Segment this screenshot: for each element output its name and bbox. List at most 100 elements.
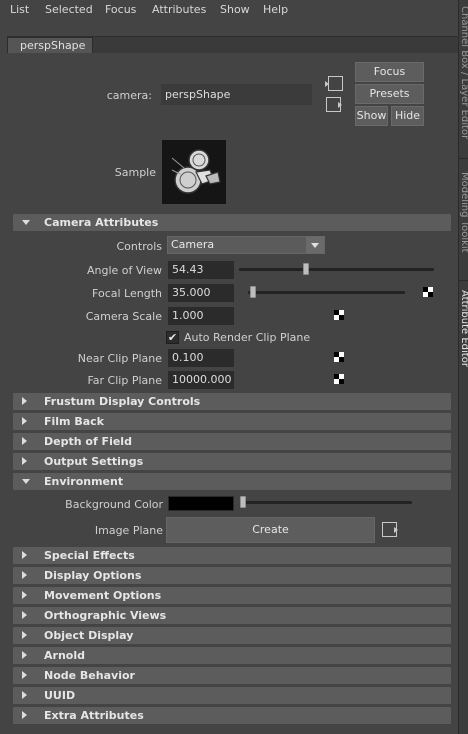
camera-label: camera: — [106, 89, 152, 102]
expand-arrow-icon — [22, 651, 27, 659]
section-title: Movement Options — [44, 589, 162, 602]
camera-sample-swatch — [162, 140, 226, 204]
map-texture-icon[interactable] — [423, 287, 433, 297]
tab-perspshape[interactable]: perspShape — [7, 37, 93, 53]
tab-channel-box[interactable]: Channel Box / Layer Editor — [459, 6, 468, 156]
expand-arrow-icon — [22, 711, 27, 719]
camera-name-field[interactable]: perspShape — [161, 84, 312, 105]
focal-length-field[interactable]: 35.000 — [168, 284, 234, 302]
section-camera-attributes[interactable]: Camera Attributes — [13, 214, 451, 231]
side-tab-strip: Channel Box / Layer Editor Modeling Tool… — [458, 0, 468, 734]
menu-focus[interactable]: Focus — [105, 3, 136, 16]
expand-arrow-icon — [22, 591, 27, 599]
controls-dropdown[interactable]: Camera — [167, 236, 325, 254]
background-color-swatch[interactable] — [168, 496, 234, 511]
expand-arrow-icon — [22, 571, 27, 579]
create-image-plane-button[interactable]: Create — [166, 517, 375, 543]
near-clip-label: Near Clip Plane — [77, 352, 162, 365]
expand-arrow-icon — [22, 437, 27, 445]
sample-label: Sample — [114, 166, 156, 179]
controls-value: Camera — [171, 238, 215, 251]
section-title: UUID — [44, 689, 76, 702]
tab-separator — [459, 158, 468, 159]
map-texture-icon[interactable] — [334, 310, 344, 320]
background-color-slider-handle[interactable] — [240, 496, 246, 508]
camera-sample-icon — [171, 149, 221, 194]
section-movement-options[interactable]: Movement Options — [13, 587, 451, 604]
section-title: Film Back — [44, 415, 104, 428]
tab-channel-box-label: Channel Box / Layer Editor — [459, 6, 468, 140]
section-film-back[interactable]: Film Back — [13, 413, 451, 430]
section-title: Extra Attributes — [44, 709, 144, 722]
expand-arrow-icon — [22, 551, 27, 559]
background-color-label: Background Color — [65, 498, 163, 511]
section-arnold[interactable]: Arnold — [13, 647, 451, 664]
section-node-behavior[interactable]: Node Behavior — [13, 667, 451, 684]
chevron-down-icon — [306, 237, 324, 253]
section-frustum-display[interactable]: Frustum Display Controls — [13, 393, 451, 410]
expand-arrow-icon — [22, 457, 27, 465]
section-title: Node Behavior — [44, 669, 135, 682]
angle-of-view-label: Angle of View — [86, 264, 162, 277]
menu-list[interactable]: List — [10, 3, 29, 16]
expand-arrow-icon — [22, 611, 27, 619]
menu-show[interactable]: Show — [220, 3, 250, 16]
section-title: Display Options — [44, 569, 142, 582]
section-orthographic-views[interactable]: Orthographic Views — [13, 607, 451, 624]
expand-arrow-icon — [22, 220, 30, 225]
show-button[interactable]: Show — [355, 106, 388, 126]
focal-length-slider-handle[interactable] — [250, 286, 256, 298]
expand-arrow-icon — [22, 691, 27, 699]
tab-attribute-editor-label: Attribute Editor — [459, 290, 468, 367]
menu-selected[interactable]: Selected — [45, 3, 93, 16]
node-tab-bar: perspShape — [7, 36, 458, 53]
section-title: Special Effects — [44, 549, 135, 562]
focal-length-slider[interactable] — [248, 291, 405, 294]
focal-length-label: Focal Length — [92, 287, 162, 300]
section-title: Output Settings — [44, 455, 144, 468]
section-title: Orthographic Views — [44, 609, 167, 622]
section-uuid[interactable]: UUID — [13, 687, 451, 704]
far-clip-field[interactable]: 10000.000 — [168, 371, 234, 389]
tab-attribute-editor[interactable]: Attribute Editor — [459, 290, 468, 400]
hide-button[interactable]: Hide — [391, 106, 424, 126]
expand-arrow-icon — [22, 671, 27, 679]
expand-arrow-icon — [22, 479, 30, 484]
section-environment[interactable]: Environment — [13, 473, 451, 490]
checkmark-icon: ✔ — [167, 331, 178, 344]
image-plane-label: Image Plane — [94, 524, 163, 537]
section-depth-of-field[interactable]: Depth of Field — [13, 433, 451, 450]
tab-modeling-toolkit-label: Modeling Toolkit — [459, 172, 468, 253]
section-extra-attributes[interactable]: Extra Attributes — [13, 707, 451, 724]
background-color-slider[interactable] — [240, 501, 412, 504]
go-to-output-icon[interactable] — [325, 96, 345, 114]
go-to-output-icon[interactable] — [381, 521, 401, 539]
angle-of-view-field[interactable]: 54.43 — [168, 261, 234, 279]
near-clip-field[interactable]: 0.100 — [168, 349, 234, 367]
camera-scale-label: Camera Scale — [85, 310, 162, 323]
menu-bar: List Selected Focus Attributes Show Help — [0, 0, 458, 20]
far-clip-label: Far Clip Plane — [87, 374, 162, 387]
focus-icon[interactable] — [325, 75, 345, 93]
angle-of-view-slider[interactable] — [239, 268, 434, 271]
focus-button[interactable]: Focus — [355, 62, 424, 82]
section-output-settings[interactable]: Output Settings — [13, 453, 451, 470]
section-title: Depth of Field — [44, 435, 132, 448]
presets-button[interactable]: Presets — [355, 84, 424, 104]
map-texture-icon[interactable] — [334, 352, 344, 362]
map-texture-icon[interactable] — [334, 374, 344, 384]
section-title: Arnold — [44, 649, 85, 662]
camera-scale-field[interactable]: 1.000 — [168, 307, 234, 325]
section-display-options[interactable]: Display Options — [13, 567, 451, 584]
section-special-effects[interactable]: Special Effects — [13, 547, 451, 564]
auto-render-clip-label: Auto Render Clip Plane — [184, 331, 311, 344]
section-title: Camera Attributes — [44, 216, 159, 229]
tab-separator — [459, 280, 468, 281]
tab-modeling-toolkit[interactable]: Modeling Toolkit — [459, 172, 468, 272]
menu-help[interactable]: Help — [263, 3, 288, 16]
menu-attributes[interactable]: Attributes — [152, 3, 206, 16]
angle-of-view-slider-handle[interactable] — [303, 263, 309, 275]
section-object-display[interactable]: Object Display — [13, 627, 451, 644]
section-title: Frustum Display Controls — [44, 395, 201, 408]
auto-render-clip-checkbox[interactable]: ✔ — [166, 331, 179, 344]
